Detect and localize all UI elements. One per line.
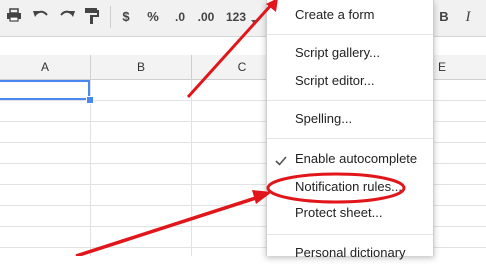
right-toolbar: B I [432,0,486,36]
menu-item-create-form[interactable]: Create a form [267,4,433,26]
bold-button[interactable]: B [436,6,452,28]
column-header-a[interactable]: A [0,55,90,79]
tools-menu: Create a form Script gallery... Script e… [266,0,434,260]
menu-item-label: Notification rules... [295,179,402,194]
menu-item-label: Protect sheet... [295,205,383,220]
more-formats-button[interactable]: 123 [222,6,250,28]
menu-separator [267,138,433,139]
menu-item-protect-sheet[interactable]: Protect sheet... [267,202,433,224]
percent-format-button[interactable]: % [144,6,162,28]
column-line [191,80,192,256]
paint-format-icon[interactable] [84,7,100,30]
toolbar-separator [110,6,111,28]
menu-item-script-gallery[interactable]: Script gallery... [267,42,433,64]
menu-separator [267,34,433,35]
column-header-b[interactable]: B [91,55,191,79]
menu-item-label: Personal dictionary [295,245,406,260]
redo-icon[interactable] [58,7,76,28]
menu-item-label: Enable autocomplete [295,151,418,166]
menu-item-script-editor[interactable]: Script editor... [267,70,433,92]
menu-item-personal-dictionary[interactable]: Personal dictionary [267,242,433,264]
menu-item-spelling[interactable]: Spelling... [267,108,433,130]
menu-item-label: Create a form [295,7,375,22]
currency-format-button[interactable]: $ [118,6,134,28]
check-icon [275,152,287,174]
selected-cell-a1[interactable] [0,80,90,100]
menu-separator [267,234,433,235]
menu-item-enable-autocomplete[interactable]: Enable autocomplete [267,148,433,170]
italic-button[interactable]: I [460,6,476,28]
undo-icon[interactable] [32,7,50,28]
decrease-decimals-button[interactable]: .0 [170,6,190,28]
print-icon[interactable] [6,7,22,28]
menu-item-label: Script editor... [295,73,375,88]
chevron-down-icon[interactable] [251,13,259,31]
fill-handle[interactable] [86,96,94,104]
menu-separator [267,100,433,101]
menu-item-label: Spelling... [295,111,353,126]
column-line [90,80,91,256]
menu-item-notification-rules[interactable]: Notification rules... [267,176,433,198]
menu-item-label: Script gallery... [295,45,381,60]
increase-decimals-button[interactable]: .00 [194,6,218,28]
